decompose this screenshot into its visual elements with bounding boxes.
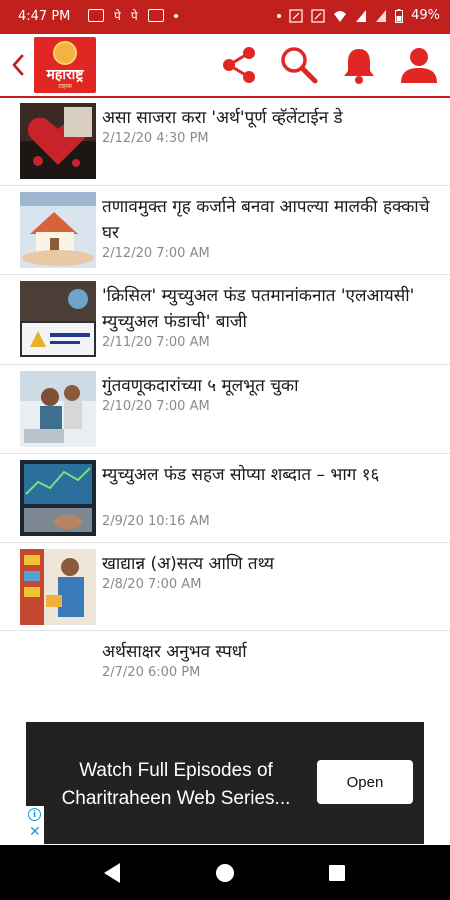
article-title: 'क्रिसिल' म्युच्युअल फंड पतमानांकनात 'एल… — [102, 286, 415, 332]
wifi-icon — [334, 10, 347, 22]
article-list: असा साजरा करा 'अर्थ'पूर्ण व्हॅलेंटाईन डे… — [0, 97, 450, 719]
article-title: अर्थसाक्षर अनुभव स्पर्धा — [102, 642, 247, 662]
cell-signal-icon — [356, 9, 367, 22]
ad-close-icon[interactable]: ✕ — [29, 824, 41, 840]
article-item[interactable]: खाद्यान्न (अ)सत्य आणि तथ्य 2/8/20 7:00 A… — [0, 543, 450, 631]
article-thumbnail — [20, 549, 96, 625]
notification-app-2-icon: पे — [130, 9, 138, 23]
logo-emblem-icon — [53, 41, 77, 65]
bell-icon — [344, 49, 374, 84]
article-item[interactable]: म्युच्युअल फंड सहज सोप्या शब्दात – भाग १… — [0, 454, 450, 543]
dot-icon — [277, 13, 282, 18]
app-bar-actions — [216, 42, 442, 88]
app-bar: महाराष्ट्र टाइम्स — [0, 34, 450, 98]
article-title: तणावमुक्त गृह कर्जाने बनवा आपल्या मालकी … — [102, 197, 430, 243]
article-date: 2/8/20 7:00 AM — [102, 577, 202, 592]
article-item[interactable]: तणावमुक्त गृह कर्जाने बनवा आपल्या मालकी … — [0, 186, 450, 275]
ad-headline: Watch Full Episodes of — [79, 760, 273, 781]
article-thumbnail — [20, 103, 96, 179]
back-chevron-icon[interactable] — [6, 48, 30, 82]
article-item[interactable]: असा साजरा करा 'अर्थ'पूर्ण व्हॅलेंटाईन डे… — [0, 97, 450, 186]
article-date: 2/10/20 7:00 AM — [102, 399, 210, 414]
nav-recents-icon[interactable] — [324, 860, 350, 886]
signal-1-icon — [289, 8, 303, 23]
app-logo[interactable]: महाराष्ट्र टाइम्स — [34, 37, 96, 93]
share-button[interactable] — [216, 42, 262, 88]
article-thumbnail — [20, 192, 96, 268]
user-icon — [401, 48, 437, 83]
battery-icon — [395, 8, 404, 23]
article-title: म्युच्युअल फंड सहज सोप्या शब्दात – भाग १… — [102, 465, 380, 485]
ad-banner[interactable]: Watch Full Episodes of Charitraheen Web … — [26, 722, 424, 844]
more-notifications-icon — [173, 13, 178, 18]
ad-open-button[interactable]: Open — [317, 760, 413, 804]
cell-signal-2-icon — [376, 9, 387, 22]
signal-2-icon — [311, 8, 325, 23]
ad-subline: Charitraheen Web Series... — [61, 788, 291, 809]
gallery-icon — [147, 9, 164, 22]
article-date: 2/11/20 7:00 AM — [102, 335, 210, 350]
notifications-button[interactable] — [336, 42, 382, 88]
battery-percent: 49% — [411, 8, 440, 23]
article-title: गुंतवणूकदारांच्या ५ मूलभूत चुका — [102, 376, 299, 396]
ad-choices[interactable]: i ✕ — [26, 806, 44, 844]
search-button[interactable] — [276, 42, 322, 88]
article-thumbnail — [20, 281, 96, 357]
article-item[interactable]: 'क्रिसिल' म्युच्युअल फंड पतमानांकनात 'एल… — [0, 275, 450, 365]
article-title: खाद्यान्न (अ)सत्य आणि तथ्य — [102, 554, 275, 574]
nav-home-icon[interactable] — [212, 860, 238, 886]
notification-app-1-icon: पे — [114, 9, 121, 23]
status-bar: 4:47 PM पे पे 49% — [0, 0, 450, 34]
article-date: 2/12/20 7:00 AM — [102, 246, 210, 261]
article-thumbnail — [20, 460, 96, 536]
article-date: 2/9/20 10:16 AM — [102, 514, 210, 529]
profile-button[interactable] — [396, 42, 442, 88]
share-icon — [223, 47, 255, 83]
article-date: 2/7/20 6:00 PM — [102, 665, 201, 680]
article-thumbnail — [20, 371, 96, 447]
system-nav-bar — [0, 845, 450, 900]
message-icon — [88, 9, 104, 22]
article-item[interactable]: अर्थसाक्षर अनुभव स्पर्धा 2/7/20 6:00 PM — [0, 631, 450, 719]
article-date: 2/12/20 4:30 PM — [102, 131, 209, 146]
status-time: 4:47 PM — [18, 9, 71, 24]
article-title: असा साजरा करा 'अर्थ'पूर्ण व्हॅलेंटाईन डे — [102, 108, 343, 128]
nav-back-icon[interactable] — [100, 860, 126, 886]
system-icons: 49% — [277, 8, 440, 23]
notification-icons: पे पे — [88, 7, 178, 24]
ad-info-icon[interactable]: i — [28, 808, 41, 821]
article-item[interactable]: गुंतवणूकदारांच्या ५ मूलभूत चुका 2/10/20 … — [0, 365, 450, 454]
search-icon — [281, 47, 318, 84]
logo-subtitle: टाइम्स — [58, 83, 72, 90]
